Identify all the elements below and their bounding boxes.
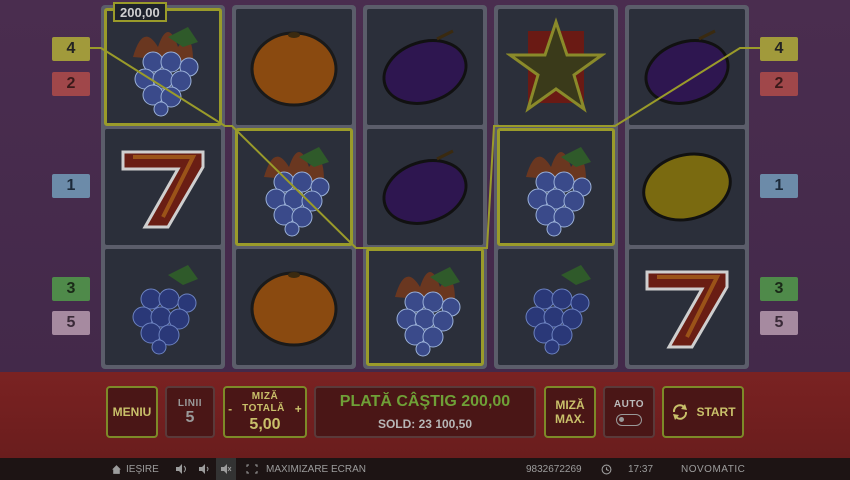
control-bar: MENIU LINII 5 MIZĂ - TOTALĂ + 5,00 PLATĂ… xyxy=(0,372,850,458)
mute-icon[interactable] xyxy=(216,458,236,480)
brand-logo: NOVOMATIC xyxy=(681,463,746,475)
win-amount-tag: 200,00 xyxy=(113,2,167,22)
start-label: START xyxy=(696,405,736,419)
start-button[interactable]: START xyxy=(662,386,744,438)
sound-settings-icon[interactable] xyxy=(175,458,189,480)
payout-label: PLATĂ CÂŞTIG 200,00 xyxy=(339,393,511,410)
max-bet-button[interactable]: MIZĂ MAX. xyxy=(544,386,596,438)
status-bar: IEŞIRE MAXIMIZARE ECRAN 9832672269 17:37… xyxy=(0,458,850,480)
spin-icon xyxy=(673,404,688,420)
fullscreen-icon xyxy=(246,464,258,474)
game-stage: 4 2 1 3 5 4 2 1 3 5 200,00 xyxy=(0,0,850,372)
menu-label: MENIU xyxy=(112,405,152,419)
bet-plus-button[interactable]: + xyxy=(295,402,302,416)
lines-value: 5 xyxy=(185,408,195,426)
volume-icon[interactable] xyxy=(198,458,210,480)
session-id: 9832672269 xyxy=(526,463,582,475)
bet-label-2: TOTALĂ xyxy=(242,403,285,414)
exit-button[interactable]: IEŞIRE xyxy=(111,458,159,480)
bet-value: 5,00 xyxy=(249,415,281,433)
maximize-button[interactable]: MAXIMIZARE ECRAN xyxy=(246,458,366,480)
clock: 17:37 xyxy=(601,458,653,480)
auto-button[interactable]: AUTO xyxy=(603,386,655,438)
maximize-label: MAXIMIZARE ECRAN xyxy=(266,463,367,475)
lines-display: LINII 5 xyxy=(165,386,215,438)
menu-button[interactable]: MENIU xyxy=(106,386,158,438)
exit-label: IEŞIRE xyxy=(126,463,159,475)
home-icon xyxy=(112,464,121,474)
bet-minus-button[interactable]: - xyxy=(228,402,232,416)
auto-label: AUTO xyxy=(613,398,645,410)
win-line-4 xyxy=(90,47,760,249)
auto-toggle-icon[interactable] xyxy=(616,413,642,426)
max-bet-label-2: MAX. xyxy=(555,412,585,426)
clock-icon xyxy=(601,464,612,474)
max-bet-label-1: MIZĂ xyxy=(555,398,585,412)
bet-selector: MIZĂ - TOTALĂ + 5,00 xyxy=(223,386,307,438)
bet-label-1: MIZĂ xyxy=(251,390,279,402)
balance-label: SOLD: 23 100,50 xyxy=(377,417,473,431)
payout-panel: PLATĂ CÂŞTIG 200,00 SOLD: 23 100,50 xyxy=(314,386,536,438)
clock-time: 17:37 xyxy=(628,463,654,475)
lines-label: LINII xyxy=(177,397,203,409)
